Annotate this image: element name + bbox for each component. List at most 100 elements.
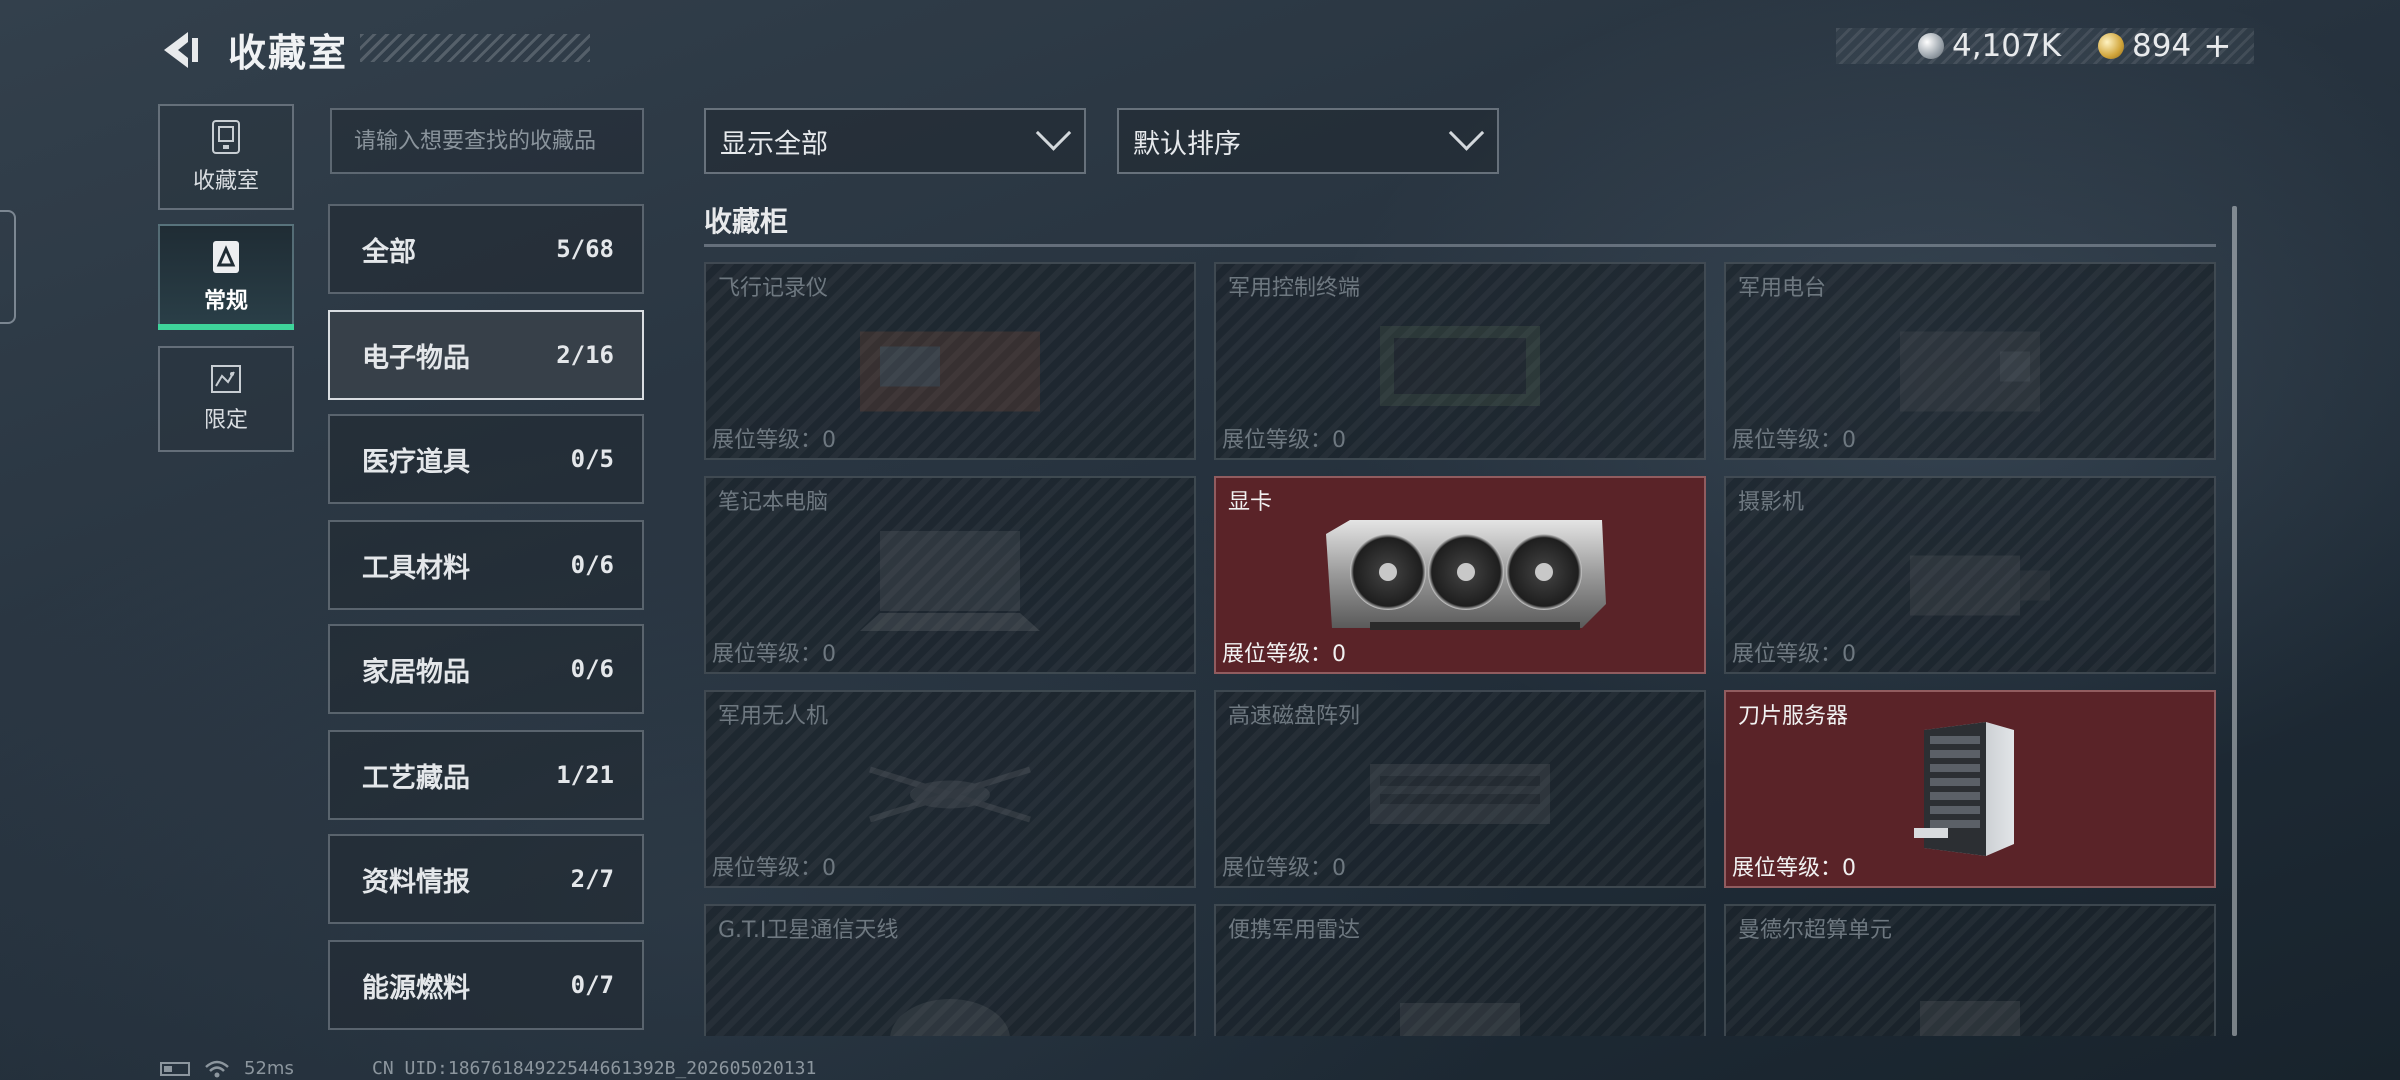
side-tab-collection-room[interactable]: 收藏室 (158, 104, 294, 210)
title-decoration (360, 34, 590, 62)
search-input[interactable] (330, 108, 644, 174)
cabinet-item-level: 展位等级：0 (1222, 856, 1346, 881)
back-arrow-icon[interactable] (158, 28, 202, 72)
category-intel[interactable]: 资料情报 2/7 (328, 834, 644, 924)
category-name: 家居物品 (362, 656, 470, 688)
cabinet-item-level: 展位等级：0 (712, 642, 836, 667)
category-name: 电子物品 (362, 342, 470, 374)
cabinet-card-military-radio[interactable]: 军用电台 展位等级：0 (1724, 262, 2216, 460)
cabinet-grid: 飞行记录仪 展位等级：0 军用控制终端 展位等级：0 军用电台 展位等级：0 笔… (704, 262, 2216, 1036)
category-count: 1/21 (556, 761, 614, 789)
cabinet-item-name: G.T.I卫星通信天线 (718, 918, 899, 943)
category-count: 0/6 (570, 551, 614, 579)
status-bar: 52ms (160, 1058, 294, 1079)
chevron-down-icon (1448, 114, 1485, 151)
cabinet-item-name: 刀片服务器 (1738, 704, 1849, 729)
cabinet-item-level: 展位等级：0 (1222, 428, 1346, 453)
left-edge-handle[interactable] (0, 210, 16, 324)
military-drone-icon (869, 766, 1031, 823)
category-name: 工艺藏品 (362, 762, 470, 794)
cabinet-scrollbar[interactable] (2232, 206, 2237, 1036)
show-filter-value: 显示全部 (720, 128, 828, 160)
category-name: 医疗道具 (362, 446, 470, 478)
collection-doc-icon (213, 241, 239, 273)
category-household[interactable]: 家居物品 0/6 (328, 624, 644, 714)
satellite-antenna-icon (890, 999, 1010, 1036)
cabinet-item-level: 展位等级：0 (1222, 642, 1346, 667)
wifi-icon (205, 1060, 229, 1077)
side-tab-label: 限定 (203, 408, 248, 433)
limited-icon (211, 365, 241, 393)
page-title: 收藏室 (228, 31, 349, 75)
category-crafts[interactable]: 工艺藏品 1/21 (328, 730, 644, 820)
cabinet-item-name: 高速磁盘阵列 (1228, 704, 1361, 729)
portable-radar-icon (1400, 1003, 1520, 1036)
cabinet-card-disk-array[interactable]: 高速磁盘阵列 展位等级：0 (1214, 690, 1706, 888)
display-case-icon (212, 120, 240, 154)
currency-silver-value: 4,107K (1952, 28, 2062, 64)
category-count: 2/16 (556, 341, 614, 369)
cabinet-item-name: 军用电台 (1738, 276, 1827, 301)
cabinet-card-laptop[interactable]: 笔记本电脑 展位等级：0 (704, 476, 1196, 674)
category-tools[interactable]: 工具材料 0/6 (328, 520, 644, 610)
cabinet-item-name: 便携军用雷达 (1228, 918, 1361, 943)
cabinet-card-military-terminal[interactable]: 军用控制终端 展位等级：0 (1214, 262, 1706, 460)
category-count: 2/7 (570, 865, 614, 893)
side-tab-limited[interactable]: 限定 (158, 346, 294, 452)
cabinet-card-graphics-card[interactable]: 显卡 展位等级：0 (1214, 476, 1706, 674)
category-name: 能源燃料 (362, 972, 470, 1004)
category-count: 5/68 (556, 235, 614, 263)
cabinet-item-name: 笔记本电脑 (718, 490, 829, 515)
sort-dropdown[interactable]: 默认排序 (1117, 108, 1499, 174)
currency-gold: 894 + (2098, 26, 2232, 66)
category-count: 0/5 (570, 445, 614, 473)
cabinet-item-level: 展位等级：0 (1732, 428, 1856, 453)
currency-gold-value: 894 (2132, 28, 2192, 64)
military-terminal-icon (1380, 326, 1540, 406)
chevron-down-icon (1035, 114, 1072, 151)
category-name: 工具材料 (362, 552, 470, 584)
blade-server-icon (1914, 722, 2014, 856)
cabinet-item-level: 展位等级：0 (1732, 642, 1856, 667)
cabinet-card-camera[interactable]: 摄影机 展位等级：0 (1724, 476, 2216, 674)
laptop-icon (860, 531, 1040, 631)
side-tab-regular[interactable]: 常规 (158, 224, 294, 330)
cabinet-item-name: 曼德尔超算单元 (1738, 918, 1893, 943)
ping-value: 52ms (244, 1058, 294, 1079)
cabinet-card-military-drone[interactable]: 军用无人机 展位等级：0 (704, 690, 1196, 888)
add-currency-button[interactable]: + (2203, 26, 2232, 66)
military-radio-icon (1900, 331, 2040, 412)
cabinet-item-name: 飞行记录仪 (718, 276, 829, 301)
category-medical[interactable]: 医疗道具 0/5 (328, 414, 644, 504)
category-name: 全部 (362, 236, 416, 268)
cabinet-item-name: 军用无人机 (718, 704, 829, 729)
show-filter-dropdown[interactable]: 显示全部 (704, 108, 1086, 174)
cabinet-card-portable-radar[interactable]: 便携军用雷达 (1214, 904, 1706, 1036)
category-count: 0/7 (570, 971, 614, 999)
disk-array-icon (1370, 764, 1550, 824)
side-tab-label: 收藏室 (192, 169, 259, 194)
category-electronics[interactable]: 电子物品 2/16 (328, 310, 644, 400)
silver-coin-icon (1918, 33, 1944, 59)
graphics-card-icon (1326, 520, 1606, 630)
cabinet-item-level: 展位等级：0 (712, 428, 836, 453)
sort-value: 默认排序 (1133, 128, 1241, 160)
cabinet-card-flight-recorder[interactable]: 飞行记录仪 展位等级：0 (704, 262, 1196, 460)
currency-silver: 4,107K (1918, 28, 2061, 64)
gold-coin-icon (2098, 33, 2124, 59)
cabinet-card-satellite-antenna[interactable]: G.T.I卫星通信天线 (704, 904, 1196, 1036)
flight-recorder-icon (860, 331, 1040, 412)
category-all[interactable]: 全部 5/68 (328, 204, 644, 294)
cabinet-item-name: 摄影机 (1738, 490, 1805, 515)
cabinet-item-name: 显卡 (1228, 490, 1273, 515)
side-tab-label: 常规 (203, 289, 248, 314)
category-energy[interactable]: 能源燃料 0/7 (328, 940, 644, 1030)
user-uid: CN UID:18676184922544661392B_20260502013… (372, 1058, 817, 1079)
cabinet-card-blade-server[interactable]: 刀片服务器 展位等级：0 (1724, 690, 2216, 888)
cabinet-item-name: 军用控制终端 (1228, 276, 1361, 301)
battery-icon (160, 1061, 190, 1076)
camera-icon (1910, 555, 2050, 616)
cabinet-card-supercomputer-unit[interactable]: 曼德尔超算单元 (1724, 904, 2216, 1036)
supercomputer-unit-icon (1920, 1001, 2020, 1036)
section-title: 收藏柜 (704, 205, 789, 238)
